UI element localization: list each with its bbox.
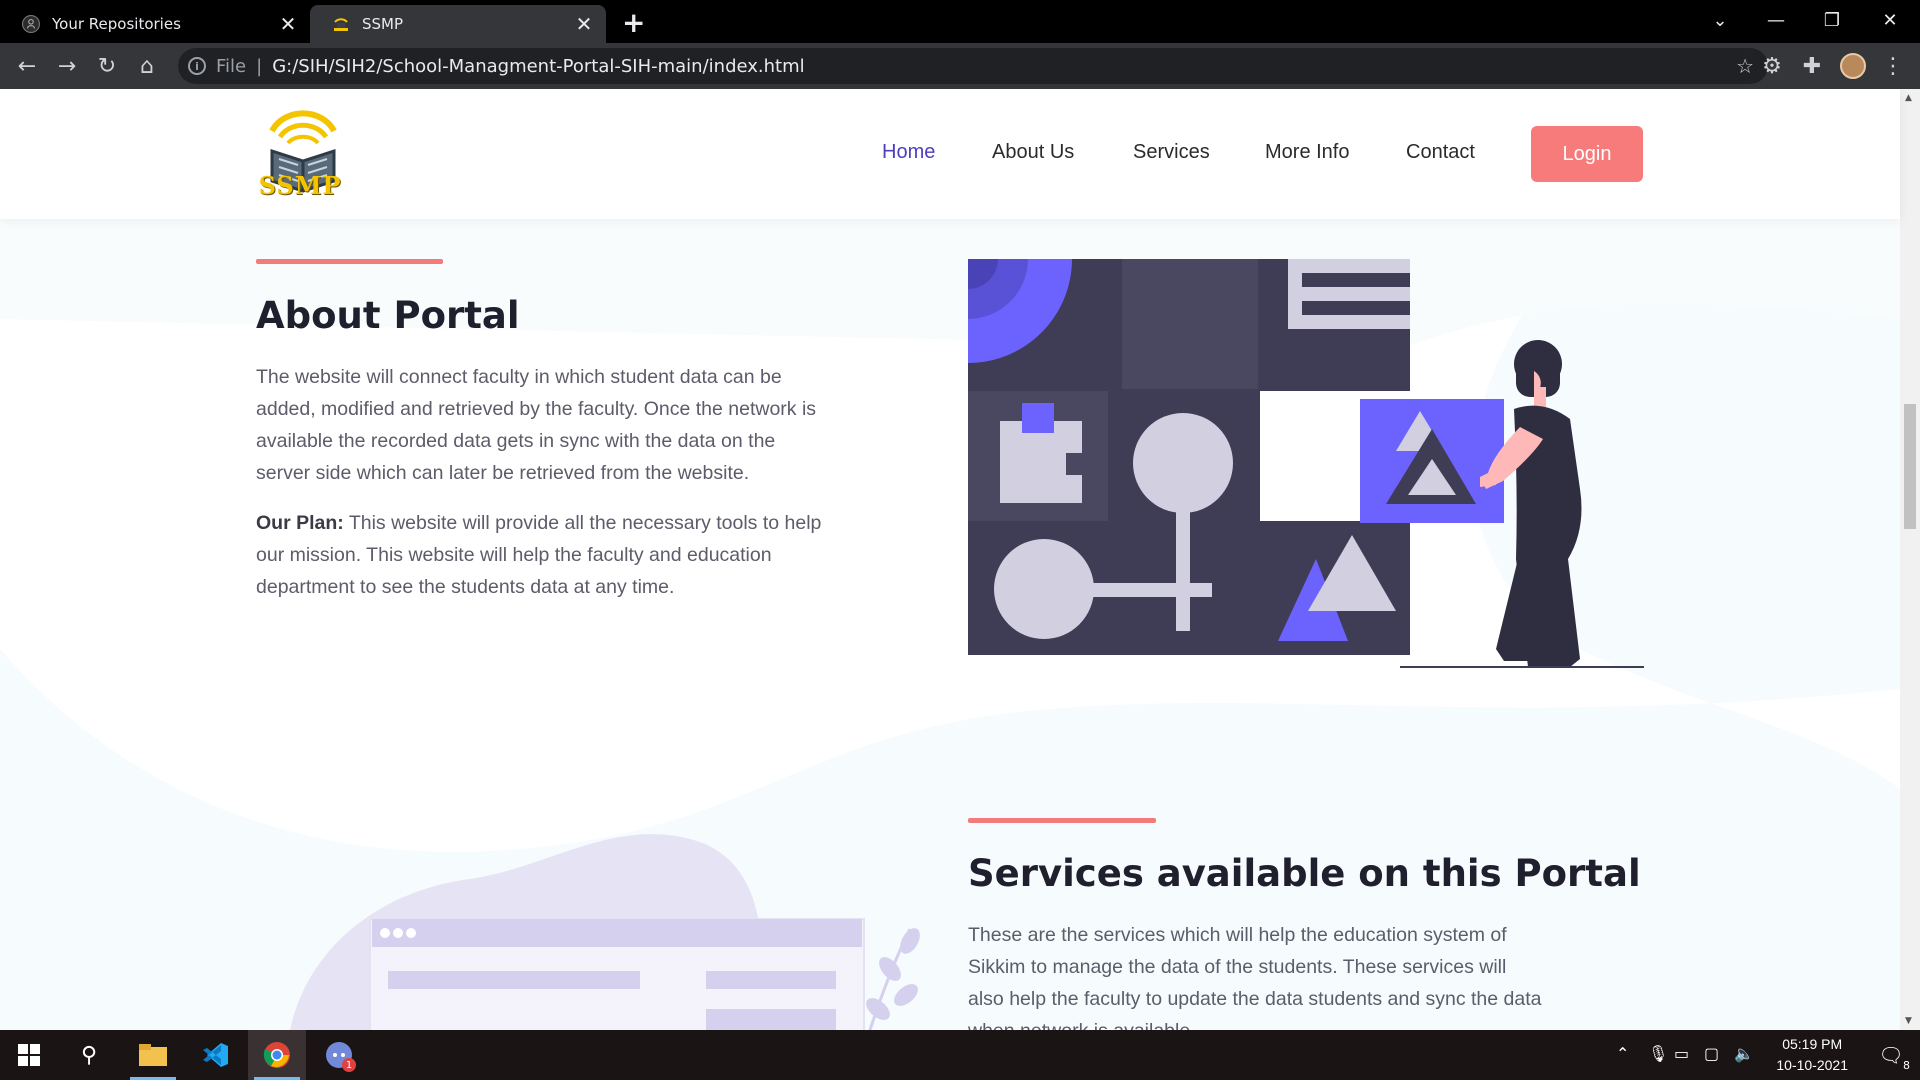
browser-menu-icon[interactable]: ⋮ — [1876, 49, 1910, 83]
about-title: About Portal — [256, 294, 520, 337]
close-window-icon[interactable]: ✕ — [1862, 0, 1918, 40]
nav-more-info[interactable]: More Info — [1265, 141, 1349, 164]
plan-label: Our Plan: — [256, 512, 344, 534]
about-accent-bar — [256, 259, 443, 264]
about-line: added, modified and retrieved by the fac… — [256, 398, 817, 420]
close-tab-icon[interactable]: ✕ — [574, 12, 594, 36]
about-line: available the recorded data gets in sync… — [256, 430, 776, 452]
nav-home[interactable]: Home — [882, 141, 935, 164]
tab-title: SSMP — [362, 15, 404, 33]
restore-icon[interactable]: ❐ — [1804, 0, 1860, 40]
discord-badge: 1 — [342, 1058, 356, 1072]
bookmark-star-icon[interactable]: ☆ — [1736, 54, 1754, 78]
services-paragraph: These are the services which will help t… — [968, 919, 1608, 1030]
about-illustration — [968, 259, 1644, 668]
notification-count: 8 — [1903, 1059, 1910, 1072]
minimize-icon[interactable]: — — [1748, 0, 1804, 40]
volume-icon[interactable]: 🔈 — [1734, 1044, 1754, 1063]
start-windows-icon[interactable] — [0, 1030, 58, 1080]
services-line: when network is available. — [968, 1015, 1608, 1030]
file-explorer-icon[interactable] — [124, 1030, 182, 1080]
services-line: also help the faculty to update the data… — [968, 988, 1542, 1010]
page-scrollbar[interactable]: ▲ ▼ — [1900, 89, 1920, 1030]
extension-gear-icon[interactable]: ⚙ — [1755, 49, 1789, 83]
discord-icon[interactable]: 1 — [310, 1030, 368, 1080]
about-line: The website will connect faculty in whic… — [256, 366, 782, 388]
page-viewport: SSMP Home About Us Services More Info Co… — [0, 89, 1920, 1030]
chrome-icon[interactable] — [248, 1030, 306, 1080]
tab-ssmp[interactable]: SSMP ✕ — [310, 5, 606, 43]
vscode-icon[interactable] — [186, 1030, 244, 1080]
site-header: SSMP Home About Us Services More Info Co… — [0, 89, 1900, 219]
services-accent-bar — [968, 818, 1156, 823]
nav-contact[interactable]: Contact — [1406, 141, 1475, 164]
about-paragraph: The website will connect faculty in whic… — [256, 361, 896, 489]
close-tab-icon[interactable]: ✕ — [278, 12, 298, 36]
site-info-icon[interactable]: i — [188, 57, 206, 75]
back-icon[interactable]: ← — [10, 49, 44, 83]
services-line: Sikkim to manage the data of the student… — [968, 956, 1507, 978]
network-icon[interactable]: ▢ — [1704, 1044, 1719, 1063]
plan-line: department to see the students data at a… — [256, 576, 675, 598]
reload-icon[interactable]: ↻ — [90, 49, 124, 83]
plan-paragraph: Our Plan: This website will provide all … — [256, 507, 896, 603]
plan-line: our mission. This website will help the … — [256, 544, 772, 566]
battery-icon[interactable]: ▭ — [1674, 1044, 1689, 1063]
services-title: Services available on this Portal — [968, 852, 1641, 895]
services-illustration — [290, 834, 920, 1030]
home-icon[interactable]: ⌂ — [130, 49, 164, 83]
windows-taskbar: ⚲ 1 ⌃ 🎙 ▭ ▢ 🔈 05:19 PM 10-10-2021 🗨 8 — [0, 1030, 1920, 1080]
clock-date: 10-10-2021 — [1776, 1057, 1848, 1073]
browser-tab-strip: Your Repositories ✕ SSMP ✕ + ⌄ — ❐ ✕ — [0, 0, 1920, 43]
nav-services[interactable]: Services — [1133, 141, 1210, 164]
address-bar[interactable]: i File | G:/SIH/SIH2/School-Managment-Po… — [178, 48, 1768, 84]
clock-time: 05:19 PM — [1782, 1036, 1843, 1052]
scroll-down-arrow-icon[interactable]: ▼ — [1905, 1016, 1912, 1026]
tray-overflow-chevron-icon[interactable]: ⌃ — [1616, 1044, 1629, 1063]
nav-about-us[interactable]: About Us — [992, 141, 1074, 164]
forward-icon[interactable]: → — [50, 49, 84, 83]
login-button[interactable]: Login — [1531, 126, 1643, 182]
github-icon — [22, 15, 40, 33]
address-scheme: File — [216, 55, 247, 77]
ssmp-favicon-icon — [334, 18, 348, 31]
extensions-puzzle-icon[interactable]: ✚ — [1795, 49, 1829, 83]
system-clock[interactable]: 05:19 PM 10-10-2021 — [1776, 1034, 1848, 1076]
scroll-up-arrow-icon[interactable]: ▲ — [1905, 93, 1912, 103]
new-tab-icon[interactable]: + — [622, 6, 645, 39]
tab-title: Your Repositories — [52, 15, 181, 33]
microphone-icon[interactable]: 🎙 — [1648, 1044, 1668, 1063]
notifications-icon[interactable]: 🗨 8 — [1862, 1030, 1920, 1080]
about-line: server side which can later be retrieved… — [256, 462, 750, 484]
profile-avatar[interactable] — [1836, 49, 1870, 83]
address-url: G:/SIH/SIH2/School-Managment-Portal-SIH-… — [272, 55, 805, 77]
services-line: These are the services which will help t… — [968, 924, 1507, 946]
tab-your-repositories[interactable]: Your Repositories ✕ — [0, 5, 310, 43]
tab-search-chevron-icon[interactable]: ⌄ — [1692, 0, 1748, 40]
logo-text: SSMP — [258, 171, 342, 200]
search-icon[interactable]: ⚲ — [60, 1030, 118, 1080]
plan-line: This website will provide all the necess… — [343, 512, 822, 534]
address-separator: | — [256, 55, 263, 77]
browser-toolbar: ← → ↻ ⌂ i File | G:/SIH/SIH2/School-Mana… — [0, 43, 1920, 89]
scroll-thumb[interactable] — [1904, 404, 1916, 529]
